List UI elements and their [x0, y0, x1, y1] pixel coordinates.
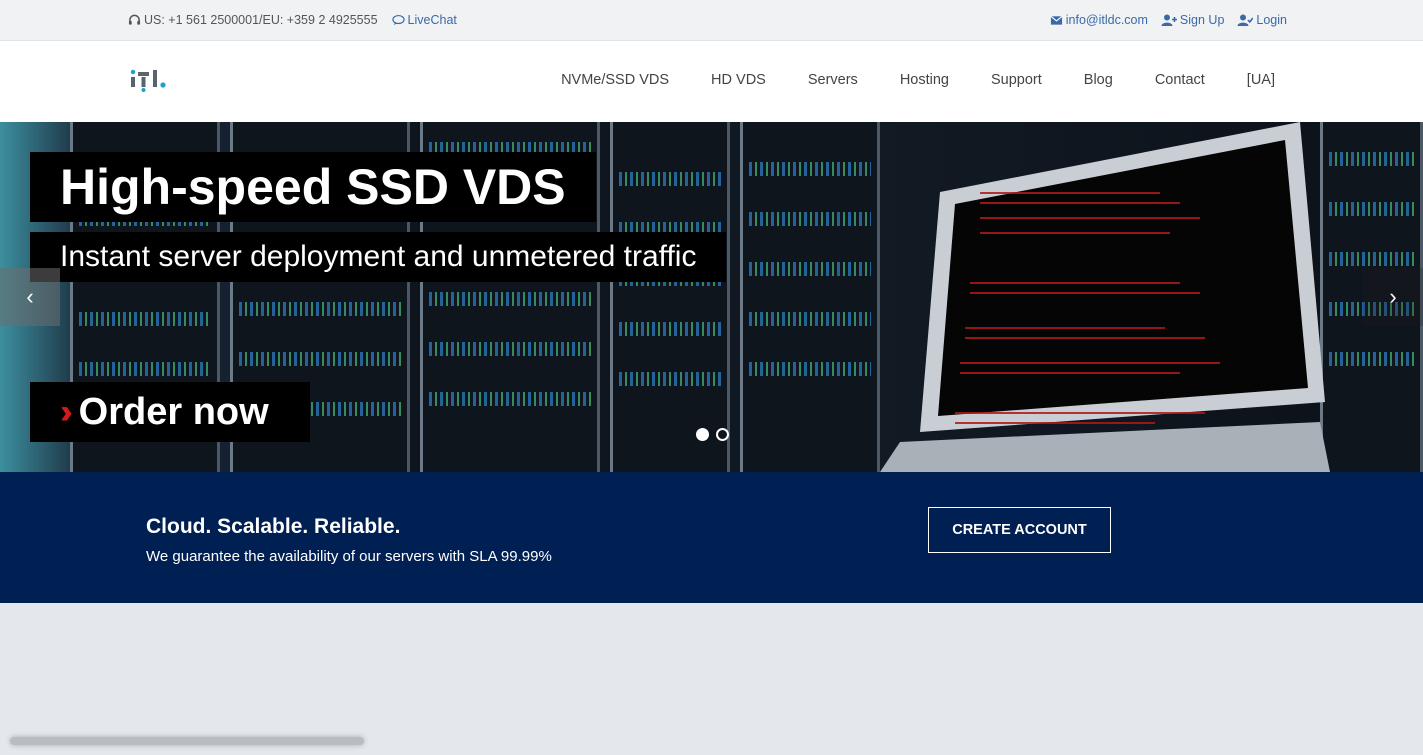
nav-item-hd-vds[interactable]: HD VDS [711, 72, 766, 88]
horizontal-scrollbar[interactable] [10, 737, 364, 745]
cta-text: We guarantee the availability of our ser… [146, 548, 552, 565]
email-link[interactable]: info@itldc.com [1050, 13, 1148, 27]
chevron-right-icon: › [1389, 284, 1397, 309]
primary-menu: NVMe/SSD VDS HD VDS Servers Hosting Supp… [519, 72, 1275, 88]
user-plus-icon [1161, 14, 1177, 26]
livechat-link[interactable]: LiveChat [391, 13, 457, 27]
slider-dot-1[interactable] [696, 428, 709, 441]
user-check-icon [1237, 14, 1254, 26]
headset-icon [128, 14, 141, 25]
cta-heading: Cloud. Scalable. Reliable. [146, 515, 401, 538]
phone-numbers: US: +1 561 2500001/EU: +359 2 4925555 [144, 13, 378, 27]
nav-item-language-ua[interactable]: [UA] [1247, 72, 1275, 88]
envelope-icon [1050, 15, 1063, 25]
slider-pagination [696, 428, 736, 441]
laptop-illustration [880, 122, 1330, 472]
top-info-bar: US: +1 561 2500001/EU: +359 2 4925555 Li… [0, 0, 1423, 41]
slider-dot-2[interactable] [716, 428, 729, 441]
create-account-button[interactable]: CREATE ACCOUNT [928, 507, 1111, 553]
nav-item-blog[interactable]: Blog [1084, 72, 1113, 88]
login-label: Login [1256, 13, 1287, 27]
signup-link[interactable]: Sign Up [1161, 13, 1224, 27]
server-rack [740, 122, 880, 472]
server-rack [610, 122, 730, 472]
chat-bubble-icon [391, 14, 405, 26]
slider-next-button[interactable]: › [1363, 268, 1423, 326]
nav-item-support[interactable]: Support [991, 72, 1042, 88]
double-chevron-right-icon: ›› [60, 392, 72, 431]
nav-item-nvme-ssd-vds[interactable]: NVMe/SSD VDS [561, 72, 669, 88]
order-now-label: Order now [78, 390, 269, 433]
livechat-label: LiveChat [407, 13, 457, 27]
login-link[interactable]: Login [1237, 13, 1287, 27]
cta-band: Cloud. Scalable. Reliable. We guarantee … [0, 472, 1423, 603]
nav-item-hosting[interactable]: Hosting [900, 72, 949, 88]
account-links: info@itldc.com Sign Up Login [1037, 13, 1287, 27]
itl-logo[interactable] [130, 67, 172, 93]
slider-prev-button[interactable]: ‹ [0, 268, 60, 326]
nav-item-contact[interactable]: Contact [1155, 72, 1205, 88]
contact-info: US: +1 561 2500001/EU: +359 2 4925555 Li… [128, 13, 457, 27]
signup-label: Sign Up [1179, 13, 1225, 27]
main-navbar: NVMe/SSD VDS HD VDS Servers Hosting Supp… [0, 41, 1423, 122]
order-now-button[interactable]: ›› Order now [30, 382, 310, 442]
hero-slider: High-speed SSD VDS Instant server deploy… [0, 122, 1423, 472]
email-label: info@itldc.com [1065, 13, 1148, 27]
nav-item-servers[interactable]: Servers [808, 72, 858, 88]
chevron-left-icon: ‹ [26, 284, 34, 309]
slide-title: High-speed SSD VDS [30, 152, 596, 222]
slide-subtitle: Instant server deployment and unmetered … [30, 232, 727, 282]
